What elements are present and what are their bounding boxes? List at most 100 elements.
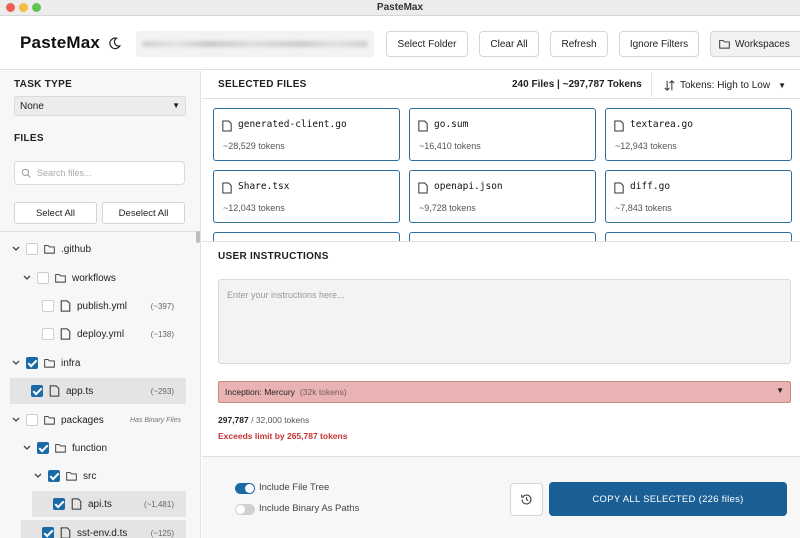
tree-item-tokens: (~1,481) (143, 499, 174, 509)
chevron-down-icon[interactable] (11, 415, 21, 425)
copy-all-selected-button[interactable]: COPY ALL SELECTED (226 files) (549, 482, 787, 516)
divider (0, 231, 200, 232)
tree-item-github[interactable]: .github (0, 236, 196, 262)
tree-item-tokens: (~293) (150, 386, 174, 396)
file-card-tokens: ~12,943 tokens (615, 141, 677, 151)
file-icon (418, 120, 428, 132)
tree-item-function[interactable]: function (0, 435, 196, 461)
chevron-down-icon[interactable] (11, 358, 21, 368)
history-button[interactable] (510, 483, 543, 516)
tree-checkbox[interactable] (26, 243, 38, 255)
theme-toggle-button[interactable] (103, 32, 125, 54)
include-file-tree-toggle[interactable] (235, 483, 255, 494)
refresh-button[interactable]: Refresh (550, 31, 608, 57)
file-card[interactable]: Share.tsx ~12,043 tokens (213, 170, 400, 223)
file-card-partial[interactable] (605, 232, 792, 241)
clear-all-button[interactable]: Clear All (479, 31, 539, 57)
tree-checkbox[interactable] (42, 527, 54, 538)
tree-item-app-ts[interactable]: app.ts (~293) (10, 378, 186, 404)
file-card-partial[interactable] (213, 232, 400, 241)
blurred-path (142, 41, 368, 47)
file-card-name: generated-client.go (238, 119, 347, 130)
instructions-textarea[interactable]: Enter your instructions here... (218, 279, 791, 364)
select-folder-button[interactable]: Select Folder (386, 31, 468, 57)
task-type-select[interactable]: None ▼ (14, 96, 186, 116)
moon-icon (108, 36, 121, 49)
tree-item-label: sst-env.d.ts (77, 527, 128, 538)
file-card-tokens: ~16,410 tokens (419, 141, 481, 151)
file-card[interactable]: diff.go ~7,843 tokens (605, 170, 792, 223)
include-binary-toggle[interactable] (235, 504, 255, 515)
instructions-section: USER INSTRUCTIONS Enter your instruction… (202, 241, 800, 456)
tree-item-label: api.ts (88, 498, 112, 510)
title-bar: PasteMax (0, 0, 800, 16)
tree-checkbox[interactable] (31, 385, 43, 397)
file-icon (60, 300, 71, 312)
files-label: FILES (14, 133, 44, 144)
file-icon (418, 182, 428, 194)
app-brand: PasteMax (20, 33, 101, 52)
folder-icon (66, 472, 77, 481)
model-name: Inception: Mercury (225, 387, 295, 397)
chevron-down-icon[interactable] (22, 273, 32, 283)
sidebar-scrollbar[interactable] (196, 231, 200, 243)
workspaces-button[interactable]: Workspaces (710, 31, 800, 57)
tree-item-label: workflows (72, 272, 116, 284)
tree-checkbox[interactable] (37, 442, 49, 454)
file-card-name: openapi.json (434, 181, 503, 192)
tree-item-sst-env[interactable]: sst-env.d.ts (~125) (21, 520, 186, 538)
sidebar: TASK TYPE None ▼ FILES Search files... S… (0, 71, 201, 538)
folder-icon (719, 40, 730, 49)
file-card-tokens: ~9,728 tokens (419, 203, 476, 213)
file-icon (614, 182, 624, 194)
tree-item-packages[interactable]: packages Has Binary Files (0, 407, 196, 433)
history-icon (521, 494, 532, 505)
file-card[interactable]: textarea.go ~12,943 tokens (605, 108, 792, 161)
tree-checkbox[interactable] (26, 414, 38, 426)
dropdown-arrow-icon: ▼ (778, 80, 786, 90)
tree-item-src[interactable]: src (0, 463, 196, 489)
file-card[interactable]: go.sum ~16,410 tokens (409, 108, 596, 161)
tree-checkbox[interactable] (48, 470, 60, 482)
tree-item-label: app.ts (66, 385, 94, 397)
tree-item-workflows[interactable]: workflows (0, 265, 196, 291)
limit-warning: Exceeds limit by 265,787 tokens (218, 431, 348, 441)
file-icon (614, 120, 624, 132)
sort-icon (664, 79, 675, 91)
file-card[interactable]: generated-client.go ~28,529 tokens (213, 108, 400, 161)
tree-item-deploy-yml[interactable]: deploy.yml (~138) (0, 321, 196, 347)
search-files-input[interactable]: Search files... (14, 161, 185, 185)
chevron-down-icon[interactable] (33, 471, 43, 481)
selected-files-title: SELECTED FILES (218, 79, 307, 90)
file-card[interactable]: openapi.json ~9,728 tokens (409, 170, 596, 223)
tree-item-infra[interactable]: infra (0, 350, 196, 376)
ignore-filters-button[interactable]: Ignore Filters (619, 31, 699, 57)
model-context-size: (32k tokens) (299, 387, 347, 397)
sort-dropdown[interactable]: Tokens: High to Low ▼ (651, 73, 791, 97)
folder-path-display (136, 31, 374, 57)
search-icon (21, 168, 31, 178)
folder-icon (55, 274, 66, 283)
tree-item-label: infra (61, 357, 81, 369)
tree-checkbox[interactable] (53, 498, 65, 510)
binary-files-badge: Has Binary Files (130, 416, 181, 424)
model-select[interactable]: Inception: Mercury (32k tokens) ▼ (218, 381, 791, 403)
select-all-button[interactable]: Select All (14, 202, 97, 224)
task-type-label: TASK TYPE (14, 79, 73, 90)
file-icon (222, 120, 232, 132)
file-icon (222, 182, 232, 194)
deselect-all-button[interactable]: Deselect All (102, 202, 185, 224)
tree-checkbox[interactable] (42, 328, 54, 340)
tree-item-publish-yml[interactable]: publish.yml (~397) (0, 293, 196, 319)
chevron-down-icon[interactable] (11, 244, 21, 254)
tree-checkbox[interactable] (26, 357, 38, 369)
tree-item-api-ts[interactable]: api.ts (~1,481) (32, 491, 186, 517)
tree-item-label: publish.yml (77, 300, 128, 312)
tree-checkbox[interactable] (37, 272, 49, 284)
chevron-down-icon[interactable] (22, 443, 32, 453)
tree-checkbox[interactable] (42, 300, 54, 312)
folder-icon (44, 245, 55, 254)
folder-icon (55, 444, 66, 453)
file-card-partial[interactable] (409, 232, 596, 241)
file-icon (60, 328, 71, 340)
